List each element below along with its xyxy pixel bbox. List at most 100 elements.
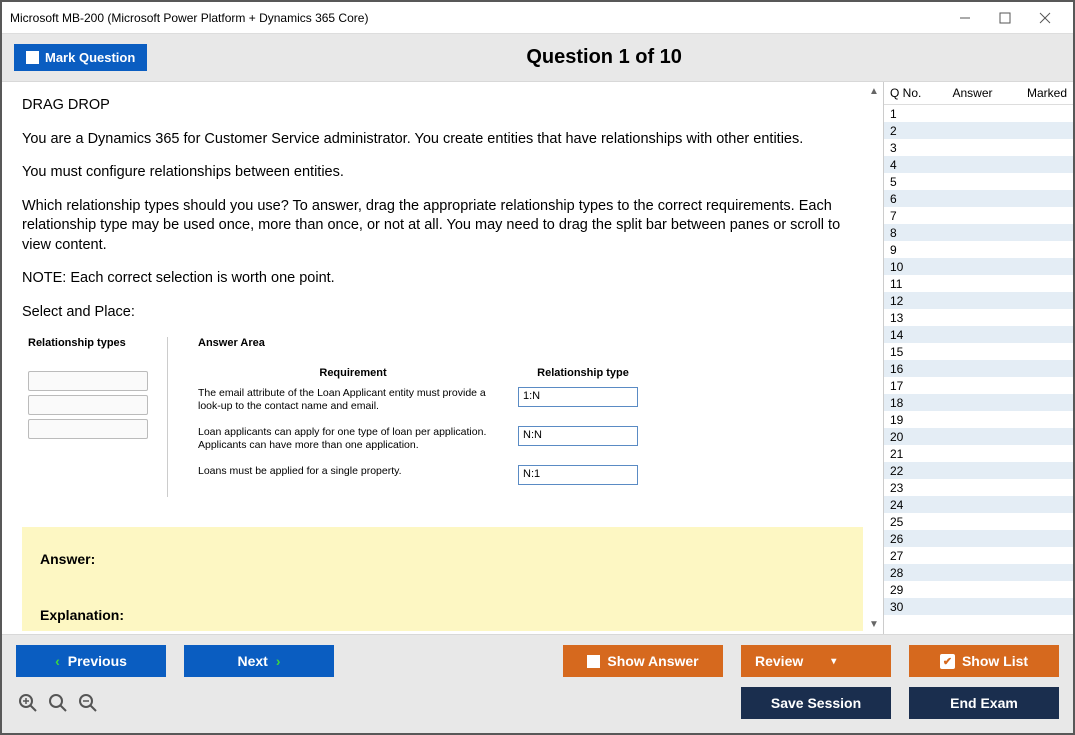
check-icon: ✔ bbox=[940, 654, 955, 669]
sidebar-row[interactable]: 14 bbox=[884, 326, 1073, 343]
zoom-in-button[interactable] bbox=[16, 691, 40, 715]
next-button[interactable]: Next› bbox=[184, 645, 334, 677]
app-window: Microsoft MB-200 (Microsoft Power Platfo… bbox=[0, 0, 1075, 735]
sidebar-row-number: 4 bbox=[890, 158, 920, 172]
sidebar-row[interactable]: 18 bbox=[884, 394, 1073, 411]
sidebar-row-number: 22 bbox=[890, 464, 920, 478]
sidebar-header-answer: Answer bbox=[928, 86, 1017, 100]
sidebar-row[interactable]: 29 bbox=[884, 581, 1073, 598]
sidebar-row-number: 2 bbox=[890, 124, 920, 138]
question-paragraph: Which relationship types should you use?… bbox=[22, 197, 863, 256]
sidebar-row[interactable]: 20 bbox=[884, 428, 1073, 445]
sidebar-row-number: 25 bbox=[890, 515, 920, 529]
sidebar-row[interactable]: 23 bbox=[884, 479, 1073, 496]
sidebar-row-number: 13 bbox=[890, 311, 920, 325]
answer-area-column: Answer Area Requirement Relationship typ… bbox=[198, 337, 863, 498]
sidebar-row[interactable]: 2 bbox=[884, 122, 1073, 139]
sidebar-row-number: 17 bbox=[890, 379, 920, 393]
zoom-reset-button[interactable] bbox=[46, 691, 70, 715]
sidebar-row[interactable]: 15 bbox=[884, 343, 1073, 360]
drop-target[interactable]: 1:N bbox=[518, 387, 638, 407]
sidebar-row[interactable]: 11 bbox=[884, 275, 1073, 292]
drag-source-box[interactable] bbox=[28, 395, 148, 415]
sidebar-row[interactable]: 3 bbox=[884, 139, 1073, 156]
sidebar-row[interactable]: 8 bbox=[884, 224, 1073, 241]
requirement-text: Loan applicants can apply for one type o… bbox=[198, 426, 508, 453]
drop-target[interactable]: N:1 bbox=[518, 465, 638, 485]
table-row: Loan applicants can apply for one type o… bbox=[198, 426, 863, 453]
sidebar-row[interactable]: 10 bbox=[884, 258, 1073, 275]
sidebar-row[interactable]: 13 bbox=[884, 309, 1073, 326]
requirement-text: Loans must be applied for a single prope… bbox=[198, 465, 508, 479]
sidebar-row[interactable]: 17 bbox=[884, 377, 1073, 394]
sidebar-row-number: 21 bbox=[890, 447, 920, 461]
maximize-button[interactable] bbox=[985, 4, 1025, 32]
footer: ‹Previous Next› Show Answer Review▾ ✔Sho… bbox=[2, 634, 1073, 733]
sidebar-row[interactable]: 9 bbox=[884, 241, 1073, 258]
drag-source-box[interactable] bbox=[28, 371, 148, 391]
sidebar-row[interactable]: 16 bbox=[884, 360, 1073, 377]
sidebar-row[interactable]: 24 bbox=[884, 496, 1073, 513]
minimize-button[interactable] bbox=[945, 4, 985, 32]
sidebar-row-number: 6 bbox=[890, 192, 920, 206]
sidebar-row[interactable]: 5 bbox=[884, 173, 1073, 190]
save-session-button[interactable]: Save Session bbox=[741, 687, 891, 719]
sidebar-row-number: 19 bbox=[890, 413, 920, 427]
mark-question-button[interactable]: Mark Question bbox=[14, 44, 147, 71]
scroll-up-icon[interactable]: ▲ bbox=[869, 86, 879, 97]
sidebar-row[interactable]: 19 bbox=[884, 411, 1073, 428]
sidebar-row[interactable]: 7 bbox=[884, 207, 1073, 224]
sidebar-row[interactable]: 27 bbox=[884, 547, 1073, 564]
relationship-types-column: Relationship types bbox=[28, 337, 168, 498]
question-paragraph: You are a Dynamics 365 for Customer Serv… bbox=[22, 130, 863, 150]
chevron-right-icon: › bbox=[276, 653, 281, 669]
drop-target[interactable]: N:N bbox=[518, 426, 638, 446]
drag-source-box[interactable] bbox=[28, 419, 148, 439]
sidebar-row-number: 9 bbox=[890, 243, 920, 257]
previous-button[interactable]: ‹Previous bbox=[16, 645, 166, 677]
scroll-down-icon[interactable]: ▼ bbox=[869, 619, 879, 630]
requirement-text: The email attribute of the Loan Applican… bbox=[198, 387, 508, 414]
review-button[interactable]: Review▾ bbox=[741, 645, 891, 677]
sidebar-row-number: 5 bbox=[890, 175, 920, 189]
sidebar-row-number: 15 bbox=[890, 345, 920, 359]
answer-label: Answer: bbox=[40, 551, 845, 567]
sidebar-row-number: 1 bbox=[890, 107, 920, 121]
question-text: DRAG DROP You are a Dynamics 365 for Cus… bbox=[22, 96, 863, 323]
button-row-1: ‹Previous Next› Show Answer Review▾ ✔Sho… bbox=[16, 645, 1059, 677]
question-paragraph: Select and Place: bbox=[22, 303, 863, 323]
sidebar-row[interactable]: 22 bbox=[884, 462, 1073, 479]
show-answer-button[interactable]: Show Answer bbox=[563, 645, 723, 677]
chevron-down-icon: ▾ bbox=[831, 656, 836, 667]
sidebar-row[interactable]: 12 bbox=[884, 292, 1073, 309]
sidebar-row-number: 7 bbox=[890, 209, 920, 223]
sidebar-row-number: 3 bbox=[890, 141, 920, 155]
sidebar-row[interactable]: 4 bbox=[884, 156, 1073, 173]
question-paragraph: NOTE: Each correct selection is worth on… bbox=[22, 269, 863, 289]
zoom-controls bbox=[16, 691, 100, 715]
sidebar-row[interactable]: 25 bbox=[884, 513, 1073, 530]
sidebar-row-number: 27 bbox=[890, 549, 920, 563]
sidebar-row[interactable]: 1 bbox=[884, 105, 1073, 122]
question-counter: Question 1 of 10 bbox=[147, 46, 1061, 69]
table-row: The email attribute of the Loan Applican… bbox=[198, 387, 863, 414]
zoom-out-button[interactable] bbox=[76, 691, 100, 715]
question-scroll[interactable]: ▲ ▼ DRAG DROP You are a Dynamics 365 for… bbox=[2, 82, 883, 634]
sidebar-row[interactable]: 26 bbox=[884, 530, 1073, 547]
window-title: Microsoft MB-200 (Microsoft Power Platfo… bbox=[10, 11, 945, 25]
close-button[interactable] bbox=[1025, 4, 1065, 32]
sidebar-row-number: 12 bbox=[890, 294, 920, 308]
sidebar-row-number: 16 bbox=[890, 362, 920, 376]
mark-question-label: Mark Question bbox=[45, 50, 135, 65]
sidebar-row[interactable]: 6 bbox=[884, 190, 1073, 207]
sidebar-body[interactable]: 1234567891011121314151617181920212223242… bbox=[884, 105, 1073, 634]
content-column: ▲ ▼ DRAG DROP You are a Dynamics 365 for… bbox=[2, 82, 883, 634]
sidebar-row-number: 30 bbox=[890, 600, 920, 614]
sidebar-row[interactable]: 30 bbox=[884, 598, 1073, 615]
sidebar-row[interactable]: 28 bbox=[884, 564, 1073, 581]
sidebar-row-number: 11 bbox=[890, 277, 920, 291]
show-list-button[interactable]: ✔Show List bbox=[909, 645, 1059, 677]
end-exam-button[interactable]: End Exam bbox=[909, 687, 1059, 719]
sidebar-row-number: 10 bbox=[890, 260, 920, 274]
sidebar-row[interactable]: 21 bbox=[884, 445, 1073, 462]
